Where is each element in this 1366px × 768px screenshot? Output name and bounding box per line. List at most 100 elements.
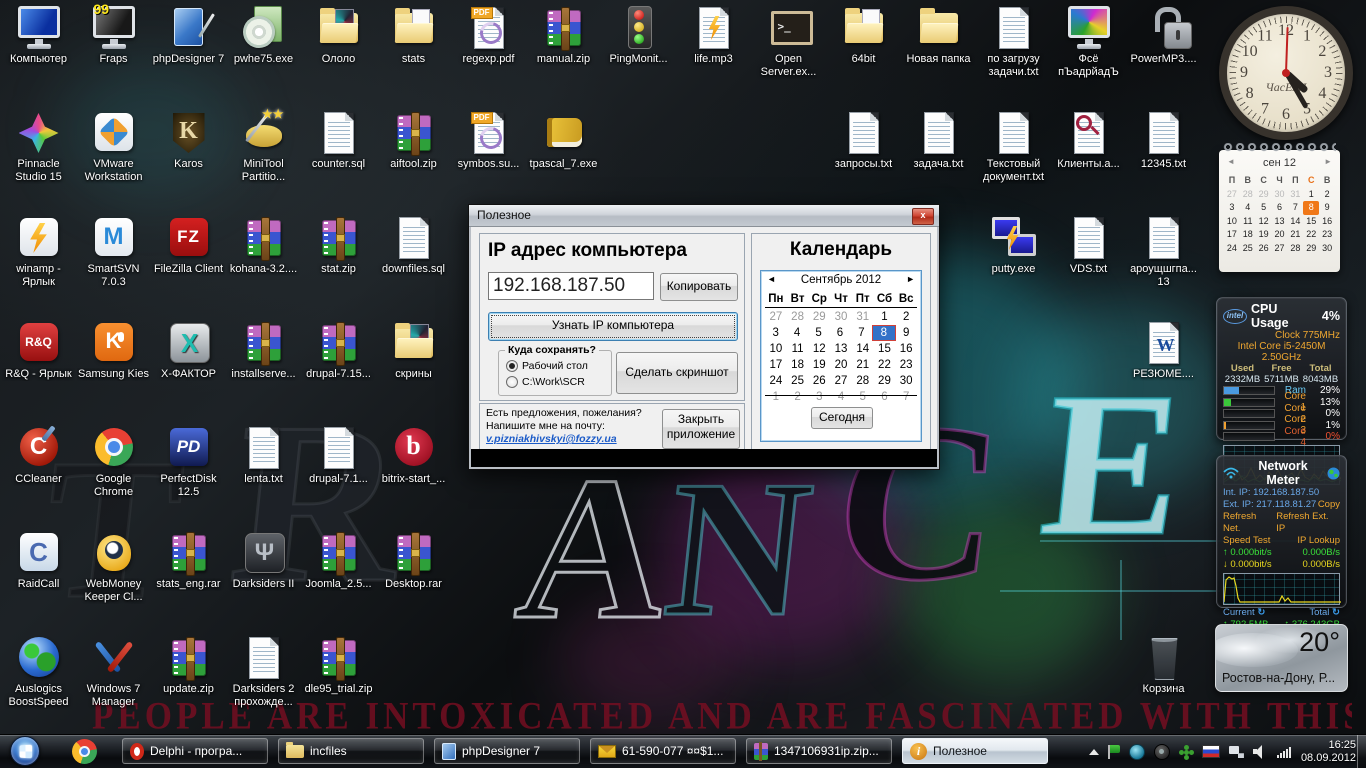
- copy-link[interactable]: Copy: [1318, 499, 1340, 511]
- desktop-icon-folder-img[interactable]: скрины: [377, 319, 450, 381]
- weather-gadget[interactable]: 20° Ростов-на-Дону, Р...: [1215, 624, 1348, 692]
- desktop-icon-rar[interactable]: kohana-3.2....: [227, 214, 300, 276]
- calendar-next-icon[interactable]: ►: [906, 274, 915, 284]
- calendar-day-cell[interactable]: 2: [1319, 188, 1335, 202]
- calendar-day-cell[interactable]: 30: [1319, 242, 1335, 256]
- calendar-day-cell[interactable]: 23: [1319, 228, 1335, 242]
- calendar-day-cell[interactable]: 27: [1272, 242, 1288, 256]
- calendar-day-cell[interactable]: 30: [830, 309, 852, 325]
- calendar-day-cell[interactable]: 12: [1256, 215, 1272, 229]
- desktop-icon-putty[interactable]: putty.exe: [977, 214, 1050, 276]
- calendar-day-cell[interactable]: 7: [1287, 201, 1303, 215]
- calendar-day-cell[interactable]: 5: [808, 325, 829, 341]
- calendar-day-cell[interactable]: 2: [787, 389, 809, 405]
- tray-clock[interactable]: 16:25 08.09.2012: [1301, 739, 1356, 765]
- network-gadget[interactable]: Network Meter Int. IP: 192.168.187.50 Ex…: [1216, 455, 1347, 608]
- desktop-icon-darksiders[interactable]: ΨDarksiders II: [227, 529, 300, 591]
- desktop-icon-minitool[interactable]: ★★MiniTool Partitio...: [227, 109, 300, 184]
- calendar-day-cell[interactable]: 7: [895, 389, 917, 405]
- calendar-day-cell[interactable]: 4: [1240, 201, 1256, 215]
- calendar-day-cell[interactable]: 19: [808, 357, 830, 373]
- desktop-icon-recycle[interactable]: Корзина: [1127, 634, 1200, 696]
- desktop-icon-display[interactable]: Фсё пЪадрйадЪ: [1052, 4, 1125, 79]
- desktop-icon-raidcall[interactable]: CRaidCall: [2, 529, 75, 591]
- desktop-icon-lock[interactable]: PowerMP3....: [1127, 4, 1200, 66]
- calendar-day-cell[interactable]: 13: [830, 341, 852, 357]
- calendar-gadget[interactable]: ◄ сен 12 ► ПВСЧПСВ2728293031123456789101…: [1219, 150, 1340, 272]
- desktop-icon-paper[interactable]: counter.sql: [302, 109, 375, 171]
- calendar-day-cell[interactable]: 10: [1224, 215, 1240, 229]
- calendar-day-cell[interactable]: 14: [1287, 215, 1303, 229]
- desktop-icon-pdf[interactable]: PDFregexp.pdf: [452, 4, 525, 66]
- desktop-icon-folder-paper[interactable]: stats: [377, 4, 450, 66]
- desktop-icon-rar[interactable]: stat.zip: [302, 214, 375, 276]
- calendar-day-cell[interactable]: 9: [896, 325, 917, 341]
- radio-desktop-dot[interactable]: [506, 360, 518, 372]
- calendar-day-cell[interactable]: 3: [1224, 201, 1240, 215]
- calendar-day-cell[interactable]: 15: [874, 341, 896, 357]
- desktop-icon-cd[interactable]: pwhe75.exe: [227, 4, 300, 66]
- desktop-icon-paper[interactable]: ароущшгпа... 13: [1127, 214, 1200, 289]
- taskbar-button-4[interactable]: 61-590-077 ¤¤$1...: [590, 738, 736, 764]
- calendar-day-cell[interactable]: 20: [1272, 228, 1288, 242]
- desktop-icon-bluebox[interactable]: phpDesigner 7: [152, 4, 225, 66]
- calendar-day-cell[interactable]: 20: [830, 357, 852, 373]
- calendar-day-cell[interactable]: 21: [1287, 228, 1303, 242]
- calendar-day-cell[interactable]: 29: [1303, 242, 1319, 256]
- calendar-day-cell[interactable]: 18: [1240, 228, 1256, 242]
- calendar-day-cell[interactable]: 10: [765, 341, 787, 357]
- start-button[interactable]: [10, 736, 40, 766]
- clock-gadget[interactable]: 123456789101112 ЧасЕхИ: [1214, 4, 1346, 136]
- desktop-icon-paper[interactable]: downfiles.sql: [377, 214, 450, 276]
- desktop-icon-traffic[interactable]: PingMonit...: [602, 4, 675, 66]
- desktop-icon-pdf[interactable]: PDFsymbos.su...: [452, 109, 525, 171]
- calendar-day-cell[interactable]: 24: [765, 373, 787, 389]
- calendar-day-cell[interactable]: 16: [895, 341, 917, 357]
- calendar-day-cell[interactable]: 25: [1240, 242, 1256, 256]
- calendar-day-cell[interactable]: 17: [1224, 228, 1240, 242]
- desktop-icon-rar[interactable]: drupal-7.15...: [302, 319, 375, 381]
- desktop-icon-rar[interactable]: stats_eng.rar: [152, 529, 225, 591]
- calendar-day-cell[interactable]: 4: [786, 325, 807, 341]
- calendar-day-cell[interactable]: 12: [808, 341, 830, 357]
- calendar-day-cell[interactable]: 18: [787, 357, 809, 373]
- taskbar-button-3[interactable]: phpDesigner 7: [434, 738, 580, 764]
- calendar-day-cell[interactable]: 13: [1272, 215, 1288, 229]
- desktop-icon-rar[interactable]: aiftool.zip: [377, 109, 450, 171]
- desktop-icon-paper[interactable]: задача.txt: [902, 109, 975, 171]
- calendar-day-cell[interactable]: 30: [1272, 188, 1288, 202]
- window-titlebar[interactable]: Полезное x: [469, 205, 939, 227]
- desktop-icon-rar[interactable]: Desktop.rar: [377, 529, 450, 591]
- calendar-day-cell[interactable]: 3: [765, 325, 786, 341]
- calendar-day-cell[interactable]: 26: [1256, 242, 1272, 256]
- gadget-calendar-next-icon[interactable]: ►: [1324, 157, 1332, 166]
- taskbar-button-2[interactable]: incfiles: [278, 738, 424, 764]
- desktop-icon-paper[interactable]: lenta.txt: [227, 424, 300, 486]
- desktop-icon-paper[interactable]: Текстовый документ.txt: [977, 109, 1050, 184]
- desktop-icon-kies[interactable]: KSamsung Kies: [77, 319, 150, 381]
- desktop-icon-folder[interactable]: Новая папка: [902, 4, 975, 66]
- desktop-icon-rar[interactable]: Joomla_2.5...: [302, 529, 375, 591]
- calendar-day-cell[interactable]: 6: [1272, 201, 1288, 215]
- desktop-icon-folder-paper[interactable]: 64bit: [827, 4, 900, 66]
- desktop-icon-karos[interactable]: KKaros: [152, 109, 225, 171]
- calendar-day-cell[interactable]: 29: [874, 373, 896, 389]
- calendar-day-cell[interactable]: 8: [872, 325, 895, 341]
- tray-network-icon[interactable]: [1229, 745, 1244, 758]
- calendar-day-cell[interactable]: 15: [1303, 215, 1319, 229]
- desktop-icon-access[interactable]: Клиенты.a...: [1052, 109, 1125, 171]
- tray-app-icon-dark[interactable]: [1154, 744, 1170, 760]
- desktop-icon-ccleaner[interactable]: CCCleaner: [2, 424, 75, 486]
- desktop-icon-perfectdisk[interactable]: PDPerfectDisk 12.5: [152, 424, 225, 499]
- refresh-ext-link[interactable]: Refresh Ext. IP: [1276, 511, 1340, 535]
- calendar-day-cell[interactable]: 22: [874, 357, 896, 373]
- calendar-day-cell[interactable]: 24: [1224, 242, 1240, 256]
- calendar-day-cell[interactable]: 22: [1303, 228, 1319, 242]
- show-desktop-button[interactable]: [1357, 735, 1366, 768]
- calendar-day-cell[interactable]: 5: [852, 389, 874, 405]
- desktop-icon-rar[interactable]: dle95_trial.zip: [302, 634, 375, 696]
- refresh-current-icon[interactable]: ↻: [1257, 607, 1265, 618]
- tray-clover-icon[interactable]: [1179, 745, 1193, 759]
- calendar-day-cell[interactable]: 14: [852, 341, 874, 357]
- desktop-icon-terminal[interactable]: >_Open Server.ex...: [752, 4, 825, 79]
